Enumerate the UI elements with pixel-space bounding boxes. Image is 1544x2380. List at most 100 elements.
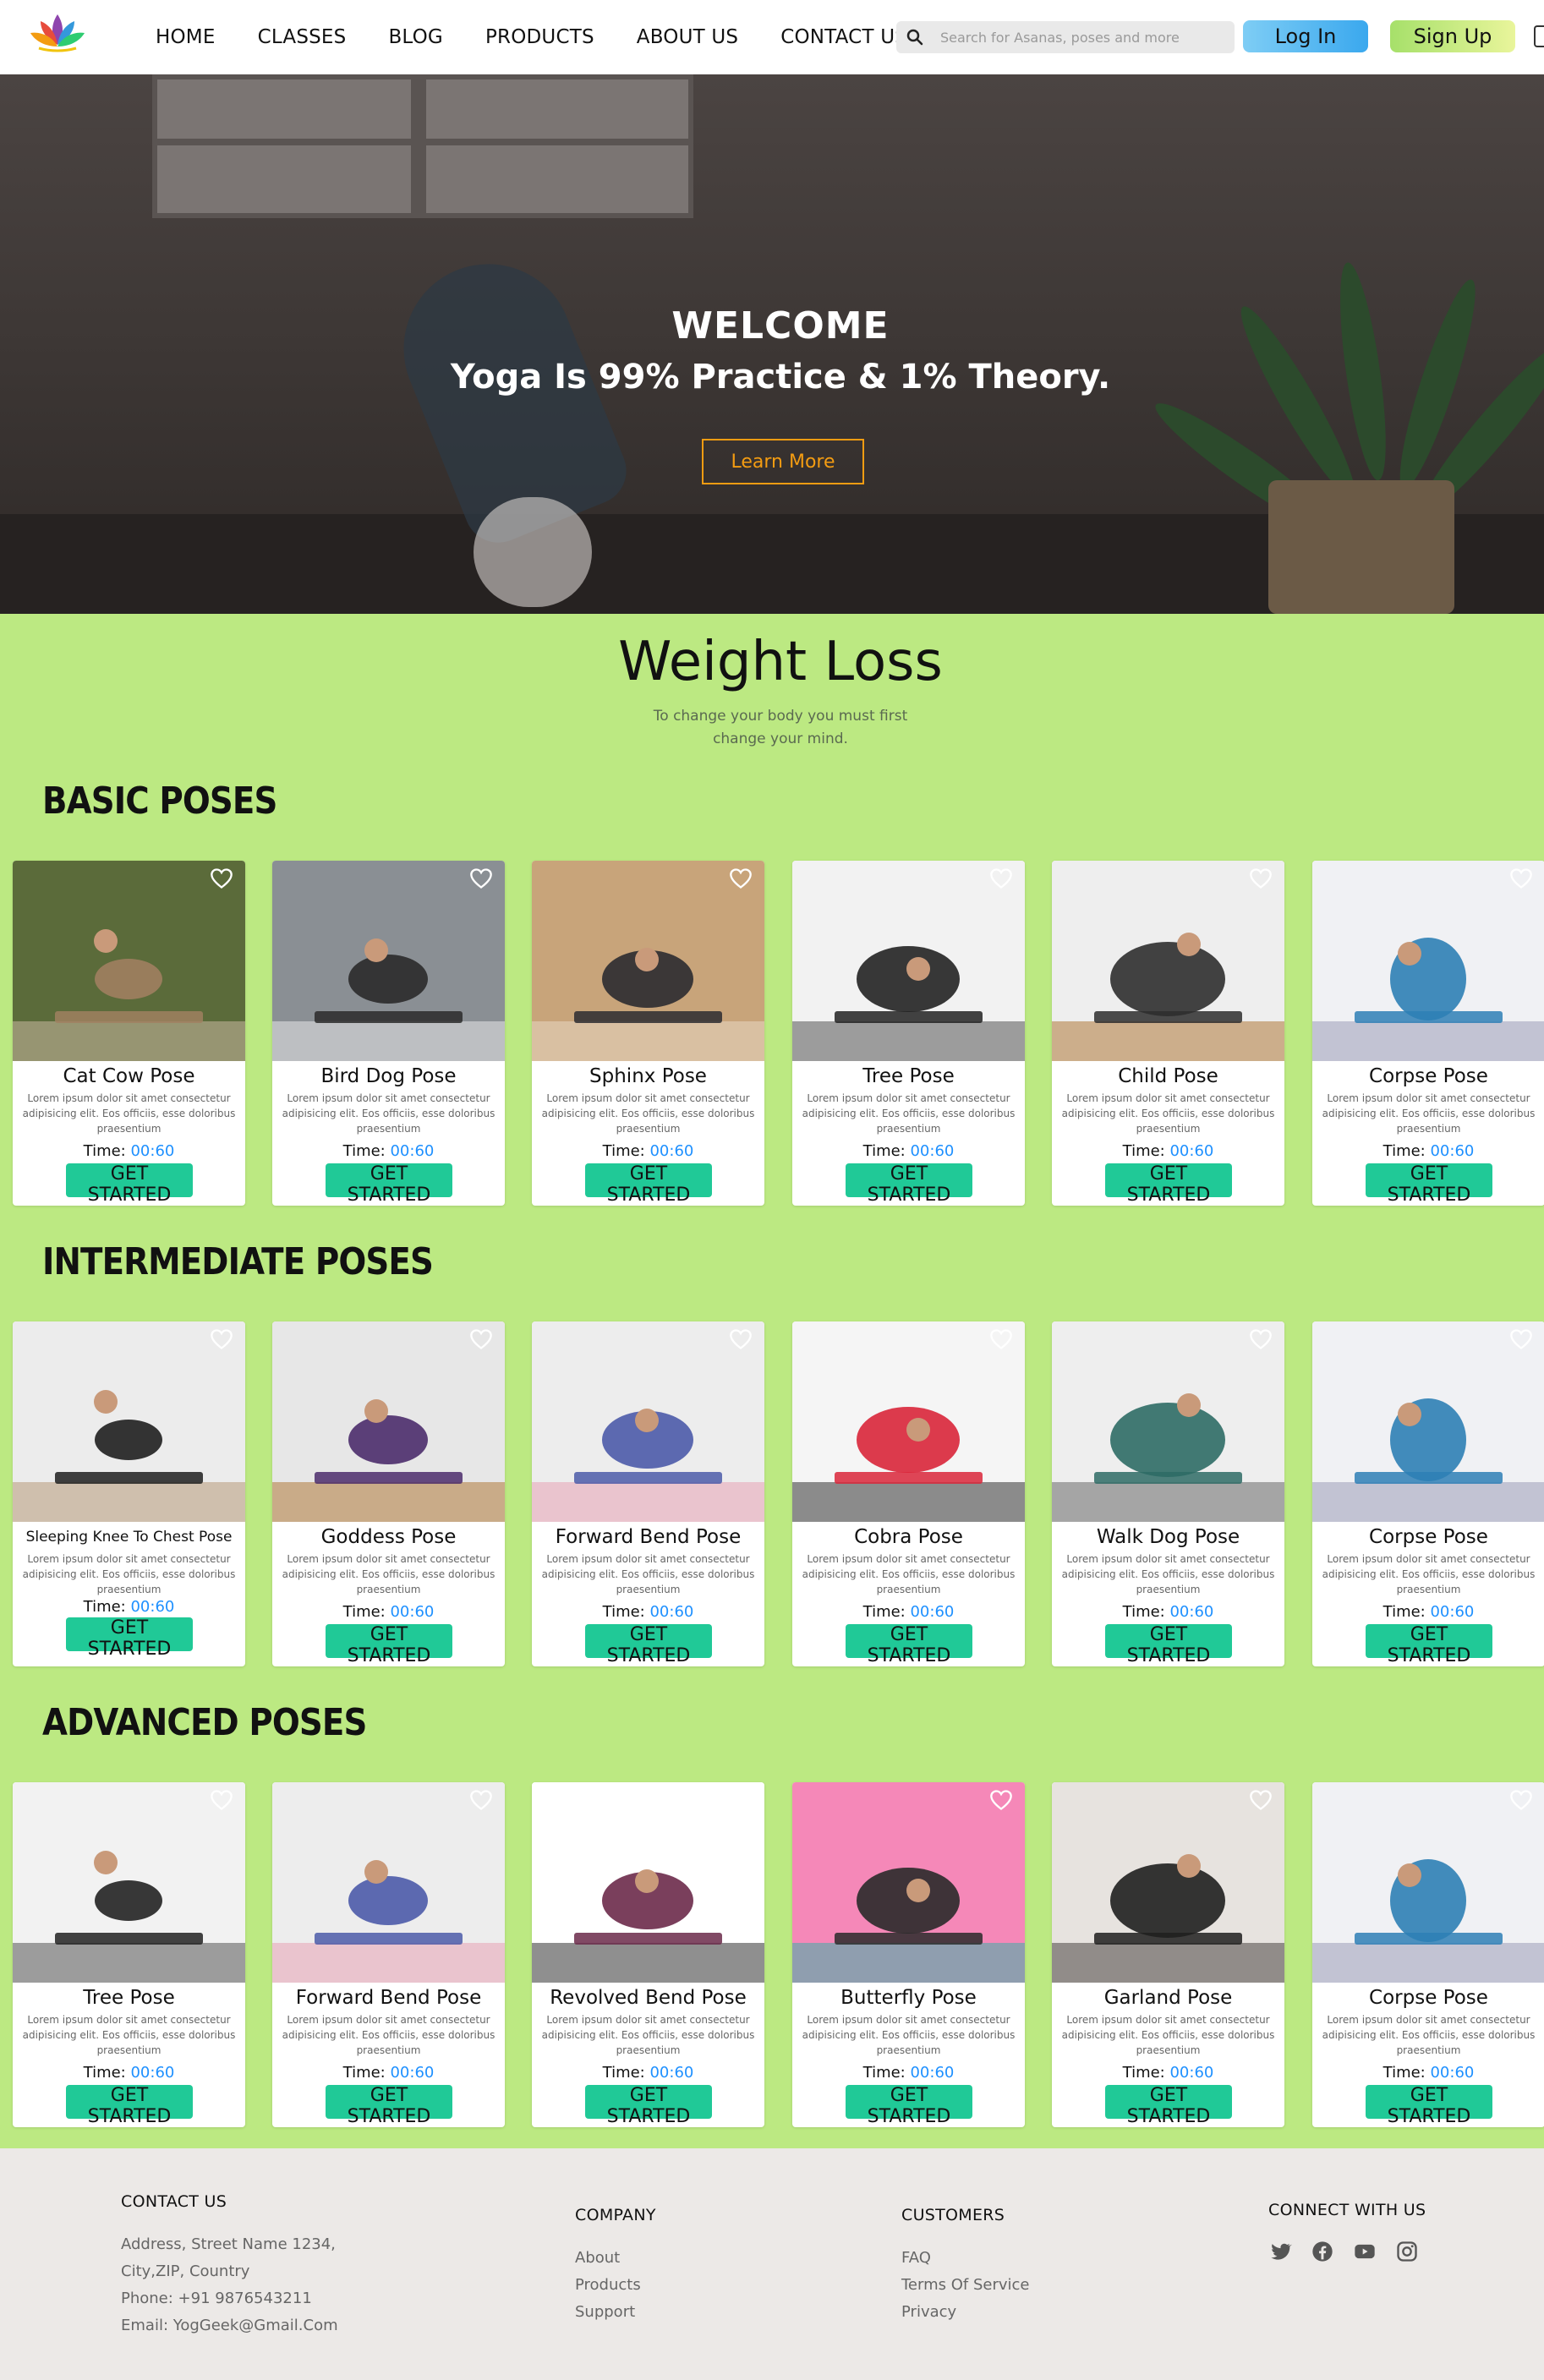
youtube-icon[interactable] — [1353, 2240, 1377, 2263]
get-started-button[interactable]: GET STARTED — [66, 2085, 193, 2127]
pose-image[interactable] — [13, 1321, 245, 1522]
footer-contact: CONTACT US Address, Street Name 1234, Ci… — [121, 2192, 338, 2339]
get-started-button[interactable]: GET STARTED — [1105, 1163, 1232, 1206]
favorite-heart-icon[interactable] — [1249, 1789, 1273, 1811]
get-started-button[interactable]: GET STARTED — [1366, 1163, 1492, 1206]
favorite-heart-icon[interactable] — [1249, 1328, 1273, 1350]
pose-card[interactable]: Bird Dog Pose Lorem ipsum dolor sit amet… — [272, 861, 505, 1206]
footer-link-faq[interactable]: FAQ — [901, 2245, 1029, 2272]
footer-link-about[interactable]: About — [575, 2245, 656, 2272]
favorite-heart-icon[interactable] — [729, 1789, 753, 1811]
pose-card[interactable]: Butterfly Pose Lorem ipsum dolor sit ame… — [792, 1782, 1025, 2127]
pose-image[interactable] — [1312, 1782, 1544, 1983]
pose-image[interactable] — [792, 861, 1025, 1061]
get-started-button[interactable]: GET STARTED — [585, 2085, 712, 2127]
twitter-icon[interactable] — [1268, 2240, 1292, 2263]
pose-card[interactable]: Corpse Pose Lorem ipsum dolor sit amet c… — [1312, 861, 1544, 1206]
search-input[interactable] — [940, 21, 1228, 53]
lotus-logo-icon[interactable] — [27, 11, 88, 55]
favorite-heart-icon[interactable] — [1249, 867, 1273, 889]
pose-image[interactable] — [532, 861, 764, 1061]
pose-card[interactable]: Corpse Pose Lorem ipsum dolor sit amet c… — [1312, 1782, 1544, 2127]
favorite-heart-icon[interactable] — [729, 1328, 753, 1350]
cart-icon[interactable] — [1534, 25, 1544, 47]
nav-blog-link[interactable]: BLOG — [388, 26, 443, 48]
favorite-heart-icon[interactable] — [1509, 1328, 1533, 1350]
get-started-button[interactable]: GET STARTED — [585, 1624, 712, 1666]
pose-card[interactable]: Sphinx Pose Lorem ipsum dolor sit amet c… — [532, 861, 764, 1206]
pose-card[interactable]: Garland Pose Lorem ipsum dolor sit amet … — [1052, 1782, 1284, 2127]
pose-card[interactable]: Sleeping Knee To Chest Pose Lorem ipsum … — [13, 1321, 245, 1666]
pose-image[interactable] — [13, 1782, 245, 1983]
pose-image[interactable] — [13, 861, 245, 1061]
favorite-heart-icon[interactable] — [1509, 1789, 1533, 1811]
search-icon[interactable] — [905, 27, 925, 47]
learn-more-button[interactable]: Learn More — [702, 439, 864, 484]
footer-link-terms[interactable]: Terms Of Service — [901, 2272, 1029, 2299]
pose-card[interactable]: Tree Pose Lorem ipsum dolor sit amet con… — [13, 1782, 245, 2127]
pose-image[interactable] — [792, 1321, 1025, 1522]
pose-card[interactable]: Corpse Pose Lorem ipsum dolor sit amet c… — [1312, 1321, 1544, 1666]
hero-subtitle: Yoga Is 99% Practice & 1% Theory. — [450, 358, 1111, 397]
pose-image[interactable] — [1312, 861, 1544, 1061]
pose-card[interactable]: Cobra Pose Lorem ipsum dolor sit amet co… — [792, 1321, 1025, 1666]
pose-image[interactable] — [532, 1782, 764, 1983]
favorite-heart-icon[interactable] — [210, 1328, 233, 1350]
pose-image[interactable] — [272, 1782, 505, 1983]
favorite-heart-icon[interactable] — [469, 1789, 493, 1811]
pose-card[interactable]: Forward Bend Pose Lorem ipsum dolor sit … — [272, 1782, 505, 2127]
get-started-button[interactable]: GET STARTED — [1366, 2085, 1492, 2127]
favorite-heart-icon[interactable] — [210, 867, 233, 889]
nav-home-link[interactable]: HOME — [156, 26, 216, 48]
get-started-button[interactable]: GET STARTED — [1366, 1624, 1492, 1666]
get-started-button[interactable]: GET STARTED — [585, 1163, 712, 1206]
pose-image[interactable] — [792, 1782, 1025, 1983]
favorite-heart-icon[interactable] — [729, 867, 753, 889]
signup-button[interactable]: Sign Up — [1390, 20, 1515, 52]
favorite-heart-icon[interactable] — [469, 867, 493, 889]
login-button[interactable]: Log In — [1243, 20, 1368, 52]
get-started-button[interactable]: GET STARTED — [846, 1624, 972, 1666]
facebook-icon[interactable] — [1311, 2240, 1334, 2263]
pose-card[interactable]: Child Pose Lorem ipsum dolor sit amet co… — [1052, 861, 1284, 1206]
get-started-button[interactable]: GET STARTED — [66, 1163, 193, 1206]
pose-image[interactable] — [1312, 1321, 1544, 1522]
favorite-heart-icon[interactable] — [989, 1328, 1013, 1350]
nav-contact-link[interactable]: CONTACT US — [780, 26, 907, 48]
pose-image[interactable] — [1052, 1782, 1284, 1983]
favorite-heart-icon[interactable] — [210, 1789, 233, 1811]
footer-link-products[interactable]: Products — [575, 2272, 656, 2299]
pose-description: Lorem ipsum dolor sit amet consectetur a… — [22, 2014, 236, 2056]
nav-classes-link[interactable]: CLASSES — [258, 26, 347, 48]
pose-image[interactable] — [532, 1321, 764, 1522]
instagram-icon[interactable] — [1395, 2240, 1419, 2263]
pose-illustration — [272, 938, 505, 1061]
pose-image[interactable] — [272, 1321, 505, 1522]
favorite-heart-icon[interactable] — [989, 1789, 1013, 1811]
nav-products-link[interactable]: PRODUCTS — [485, 26, 594, 48]
get-started-button[interactable]: GET STARTED — [326, 2085, 452, 2127]
pose-card[interactable]: Cat Cow Pose Lorem ipsum dolor sit amet … — [13, 861, 245, 1206]
favorite-heart-icon[interactable] — [469, 1328, 493, 1350]
pose-illustration — [13, 1390, 245, 1522]
get-started-button[interactable]: GET STARTED — [326, 1163, 452, 1206]
pose-card[interactable]: Forward Bend Pose Lorem ipsum dolor sit … — [532, 1321, 764, 1666]
favorite-heart-icon[interactable] — [1509, 867, 1533, 889]
get-started-button[interactable]: GET STARTED — [1105, 1624, 1232, 1666]
pose-image[interactable] — [1052, 1321, 1284, 1522]
pose-card[interactable]: Tree Pose Lorem ipsum dolor sit amet con… — [792, 861, 1025, 1206]
get-started-button[interactable]: GET STARTED — [1105, 2085, 1232, 2127]
pose-card[interactable]: Revolved Bend Pose Lorem ipsum dolor sit… — [532, 1782, 764, 2127]
get-started-button[interactable]: GET STARTED — [66, 1617, 193, 1660]
pose-image[interactable] — [272, 861, 505, 1061]
pose-card[interactable]: Walk Dog Pose Lorem ipsum dolor sit amet… — [1052, 1321, 1284, 1666]
get-started-button[interactable]: GET STARTED — [846, 1163, 972, 1206]
favorite-heart-icon[interactable] — [989, 867, 1013, 889]
footer-link-support[interactable]: Support — [575, 2299, 656, 2326]
nav-about-link[interactable]: ABOUT US — [637, 26, 738, 48]
pose-card[interactable]: Goddess Pose Lorem ipsum dolor sit amet … — [272, 1321, 505, 1666]
footer-link-privacy[interactable]: Privacy — [901, 2299, 1029, 2326]
get-started-button[interactable]: GET STARTED — [846, 2085, 972, 2127]
pose-image[interactable] — [1052, 861, 1284, 1061]
get-started-button[interactable]: GET STARTED — [326, 1624, 452, 1666]
